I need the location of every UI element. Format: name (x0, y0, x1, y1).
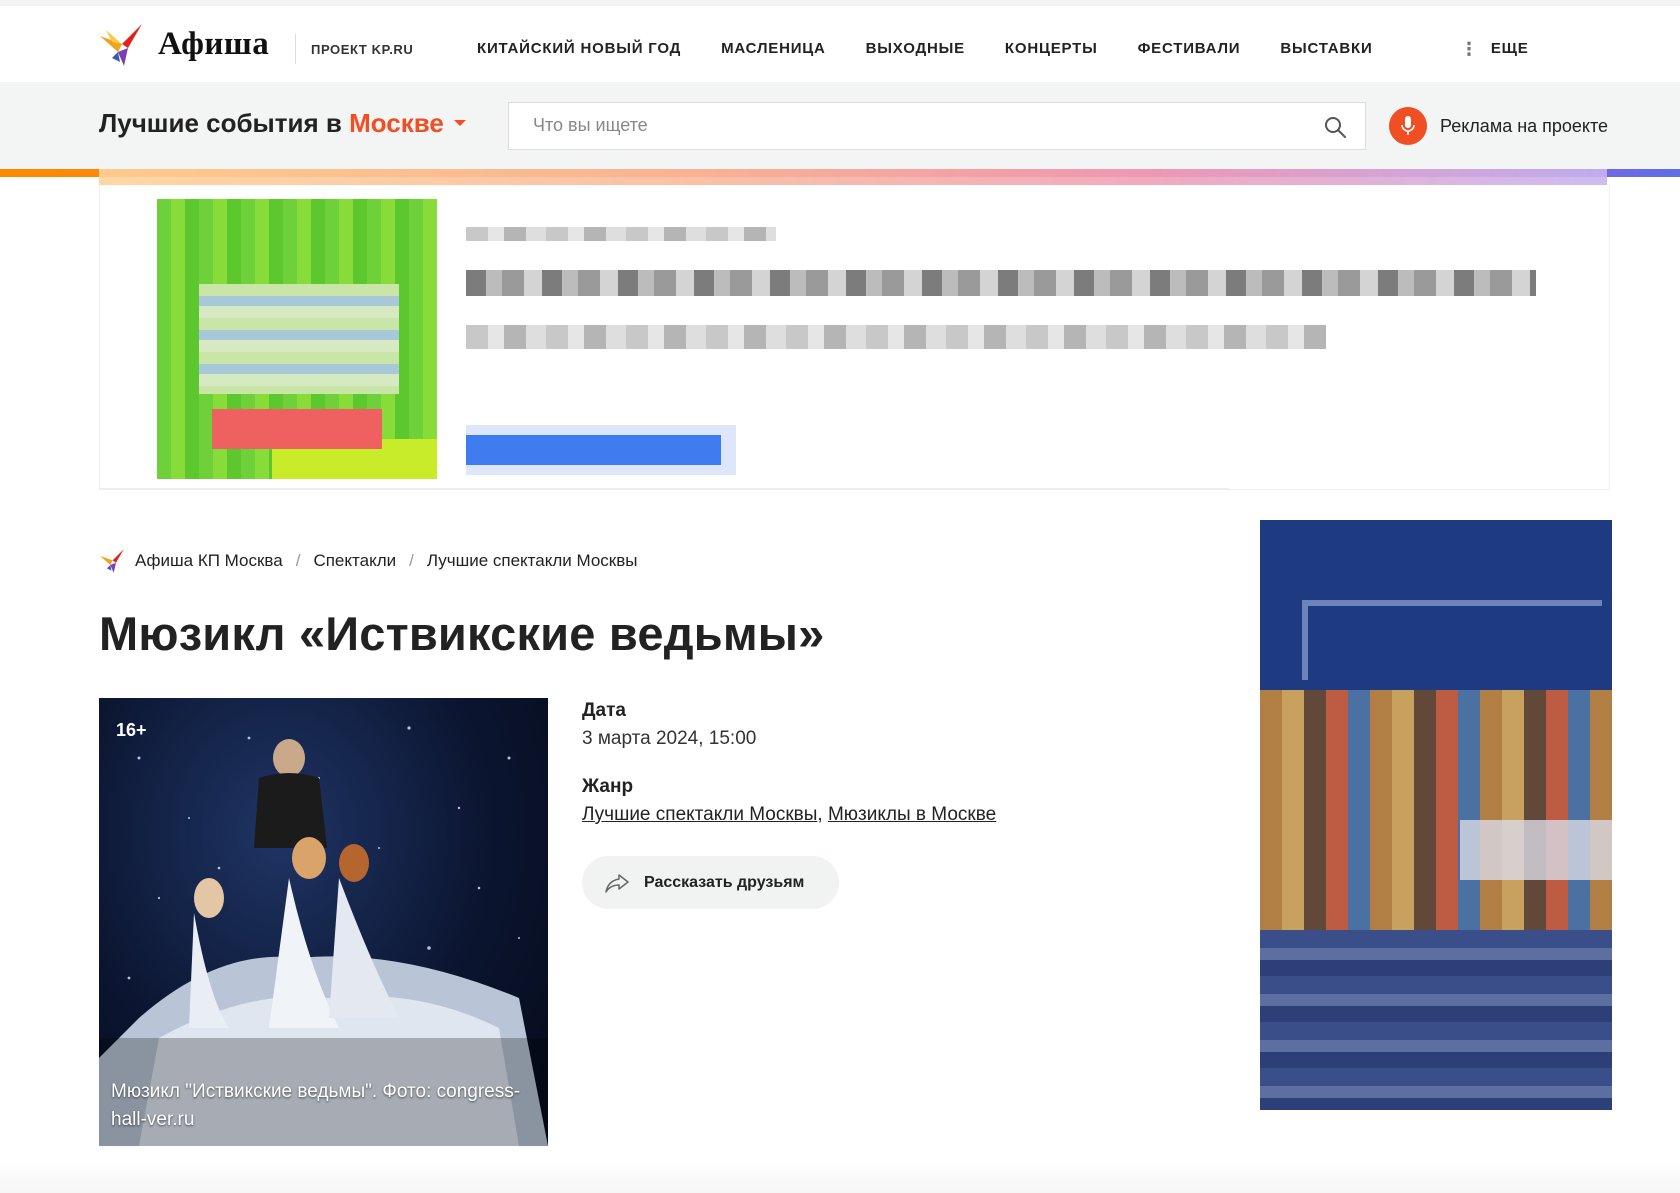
side-ad-frame (1302, 600, 1602, 680)
site-logo[interactable]: Афиша (158, 26, 269, 63)
event-info: Дата 3 марта 2024, 15:00 Жанр Лучшие спе… (582, 700, 996, 826)
ad-cta-core (466, 435, 721, 465)
breadcrumb-item-afisha[interactable]: Афиша КП Москва (135, 551, 283, 571)
ad-image-block (199, 284, 399, 394)
page-title: Мюзикл «Иствикские ведьмы» (99, 607, 825, 660)
ad-image-block-red (212, 409, 382, 449)
nav-item-festivals[interactable]: ФЕСТИВАЛИ (1138, 40, 1241, 57)
share-label: Рассказать друзьям (644, 873, 805, 891)
breadcrumb: Афиша КП Москва / Спектакли / Лучшие спе… (99, 548, 637, 574)
nav-item-weekend[interactable]: ВЫХОДНЫЕ (866, 40, 965, 57)
nav-item-maslenitsa[interactable]: МАСЛЕНИЦА (721, 40, 826, 57)
ad-cta-button[interactable] (466, 425, 736, 475)
side-ad-region (1460, 820, 1612, 880)
search-box (508, 102, 1366, 150)
advertising-link[interactable]: Реклама на проекте (1440, 116, 1608, 137)
logo-divider (295, 34, 296, 64)
date-value: 3 марта 2024, 15:00 (582, 728, 757, 749)
ad-headline-blur (466, 270, 1536, 296)
search-icon[interactable] (1323, 115, 1347, 139)
selected-city[interactable]: Москве (349, 108, 444, 138)
firebird-logo-icon[interactable] (98, 22, 144, 68)
microphone-icon (1401, 116, 1415, 135)
city-selector[interactable]: Лучшие события в Москве (99, 108, 466, 139)
ad-banner-image (157, 199, 437, 479)
ad-body-blur (466, 325, 1326, 349)
top-navigation: Афиша ПРОЕКТ KP.RU КИТАЙСКИЙ НОВЫЙ ГОД М… (0, 0, 1680, 82)
page-bottom-edge (0, 1160, 1680, 1193)
share-arrow-icon (605, 873, 629, 893)
nav-item-chinese-new-year[interactable]: КИТАЙСКИЙ НОВЫЙ ГОД (477, 40, 681, 57)
genre-links: Лучшие спектакли Москвы, Мюзиклы в Москв… (582, 804, 996, 826)
ad-text-blur (466, 227, 776, 241)
firebird-logo-icon (100, 549, 124, 573)
genre-label: Жанр (582, 776, 634, 797)
side-ad-region (1260, 690, 1612, 930)
vertical-dots-icon: ⋮ (1460, 38, 1479, 59)
age-rating-badge: 16+ (116, 720, 147, 740)
voice-search-button[interactable] (1389, 107, 1427, 145)
breadcrumb-item-performances[interactable]: Спектакли (313, 551, 396, 571)
genre-separator: , (817, 804, 828, 825)
divider (99, 488, 1229, 489)
nav-more-label: ЕЩЕ (1490, 40, 1529, 57)
project-label[interactable]: ПРОЕКТ KP.RU (311, 42, 413, 57)
search-band: Лучшие события в Москве Реклама на проек… (0, 82, 1680, 170)
accent-gradient-bar (99, 169, 1607, 185)
nav-item-exhibitions[interactable]: ВЫСТАВКИ (1280, 40, 1372, 57)
nav-item-concerts[interactable]: КОНЦЕРТЫ (1005, 40, 1098, 57)
breadcrumb-item-best-performances[interactable]: Лучшие спектакли Москвы (427, 551, 638, 571)
photo-caption: Мюзикл "Иствикские ведьмы". Фото: congre… (111, 1081, 521, 1130)
side-ad-banner[interactable] (1260, 520, 1612, 1110)
side-ad-region (1260, 930, 1612, 1110)
search-input[interactable] (533, 115, 1293, 136)
event-poster-image[interactable]: 16+ Мюзикл "Иствикские ведьмы". Фото: co… (99, 698, 548, 1146)
ad-banner[interactable] (99, 185, 1610, 490)
breadcrumb-separator: / (409, 551, 414, 570)
breadcrumb-separator: / (295, 551, 301, 570)
nav-more-button[interactable]: ⋮ ЕЩЕ (1460, 38, 1529, 59)
share-button[interactable]: Рассказать друзьям (582, 856, 839, 909)
genre-link-musicals[interactable]: Мюзиклы в Москве (828, 804, 996, 825)
caret-down-icon[interactable] (453, 120, 466, 127)
genre-link-best-performances[interactable]: Лучшие спектакли Москвы (582, 804, 817, 825)
band-title-prefix: Лучшие события в (99, 108, 342, 138)
main-menu: КИТАЙСКИЙ НОВЫЙ ГОД МАСЛЕНИЦА ВЫХОДНЫЕ К… (477, 40, 1413, 57)
date-label: Дата (582, 700, 626, 721)
